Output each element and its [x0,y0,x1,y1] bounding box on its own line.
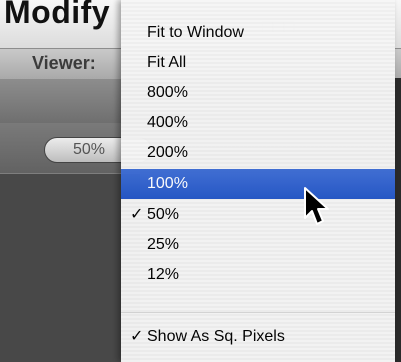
menu-item-fit-to-window[interactable]: Fit to Window [121,18,395,48]
menu-item-label: 25% [147,236,180,253]
checkmark-icon: ✓ [130,206,144,223]
menu-item-12[interactable]: 12% [121,260,395,290]
menu-item-show-as-sq-pixels[interactable]: ✓ Show As Sq. Pixels [121,322,395,352]
menu-item-label: Fit to Window [147,24,244,41]
arrow-cursor-icon [304,187,329,225]
menu-item-label: 100% [147,175,188,192]
menu-item-label: 400% [147,114,188,131]
menu-item-100[interactable]: 100% [121,169,395,199]
menu-item-label: 800% [147,84,188,101]
menu-title-modify[interactable]: Modify [4,0,110,31]
menu-item-200[interactable]: 200% [121,138,395,168]
menu-item-label: 50% [147,206,180,223]
viewer-label: Viewer: [32,53,96,73]
canvas-area [0,174,140,362]
zoom-dropdown-menu: Fit to Window Fit All 800% 400% 200% 100… [121,0,395,362]
menu-item-800[interactable]: 800% [121,78,395,108]
menu-item-25[interactable]: 25% [121,230,395,260]
menu-item-label: Fit All [147,54,187,71]
checkmark-icon: ✓ [130,328,144,345]
menu-item-label: Show As Sq. Pixels [147,328,285,345]
right-edge-panel [395,78,401,362]
menu-separator [121,312,395,313]
menu-item-400[interactable]: 400% [121,108,395,138]
menu-item-label: 200% [147,144,188,161]
menu-item-label: 12% [147,266,180,283]
menu-item-50[interactable]: ✓ 50% [121,200,395,230]
menu-item-fit-all[interactable]: Fit All [121,48,395,78]
